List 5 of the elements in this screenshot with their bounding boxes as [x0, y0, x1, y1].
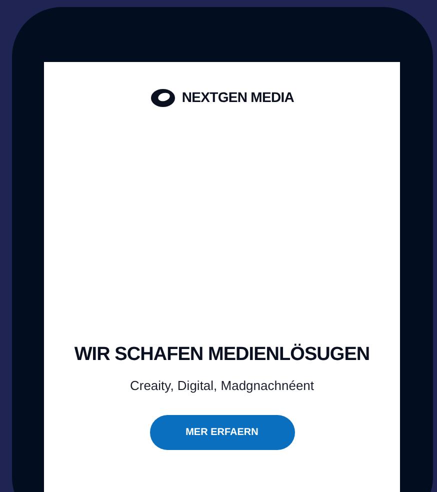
hero-title: WIR SCHAFEN MEDIENLÖSUGEN [74, 342, 370, 367]
hero-subtitle: Creaity, Digital, Madgnachnéent [130, 376, 314, 395]
learn-more-button[interactable]: MER ERFAERN [150, 415, 294, 450]
logo-icon [150, 88, 176, 108]
brand-name: NEXTGEN MEDIA [182, 88, 294, 107]
